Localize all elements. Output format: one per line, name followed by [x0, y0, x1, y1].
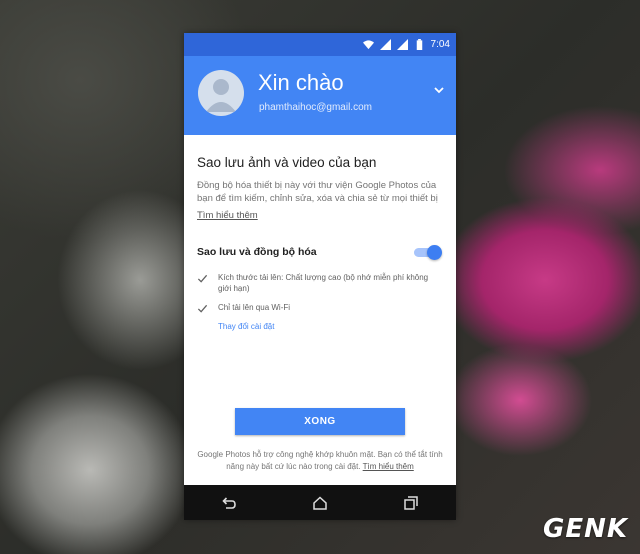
backup-sync-toggle[interactable]	[414, 245, 442, 260]
status-bar: 7:04	[184, 33, 456, 56]
chevron-down-icon[interactable]	[434, 86, 444, 94]
check-icon	[197, 304, 208, 313]
learn-more-link[interactable]: Tìm hiểu thêm	[197, 210, 258, 221]
status-time: 7:04	[430, 39, 450, 50]
done-button[interactable]: XONG	[235, 408, 405, 435]
watermark-logo: GENK	[542, 514, 628, 544]
signal-icon	[379, 39, 391, 50]
home-icon[interactable]	[312, 495, 328, 511]
list-item: Kích thước tải lên: Chất lượng cao (bộ n…	[197, 272, 443, 294]
wifi-only-option: Chỉ tải lên qua Wi-Fi	[218, 303, 291, 312]
footer-learn-more-link[interactable]: Tìm hiểu thêm	[363, 462, 414, 471]
account-email: phamthaihoc@gmail.com	[259, 102, 372, 113]
battery-icon	[416, 39, 422, 50]
backup-sync-label: Sao lưu và đồng bộ hóa	[197, 246, 317, 258]
footer-note: Google Photos hỗ trợ công nghệ khớp khuô…	[196, 449, 444, 473]
wifi-icon	[362, 40, 374, 50]
signal-icon	[396, 39, 408, 50]
backup-settings: Sao lưu ảnh và video của bạn Đồng bộ hóa…	[184, 135, 456, 331]
check-icon	[197, 274, 208, 283]
back-icon[interactable]	[221, 495, 237, 511]
greeting: Xin chào	[258, 70, 344, 95]
page-title: Sao lưu ảnh và video của bạn	[197, 155, 377, 170]
recents-icon[interactable]	[403, 495, 419, 511]
account-header[interactable]: Xin chào phamthaihoc@gmail.com	[184, 56, 456, 135]
avatar-icon	[198, 70, 244, 116]
backup-description: Đồng bộ hóa thiết bị này với thư viện Go…	[197, 180, 438, 204]
phone-screen: 7:04 Xin chào phamthaihoc@gmail.com Sao …	[184, 33, 456, 520]
change-settings-link[interactable]: Thay đổi cài đặt	[218, 322, 443, 331]
upload-size-option: Kích thước tải lên: Chất lượng cao (bộ n…	[218, 273, 429, 293]
navigation-bar	[184, 485, 456, 520]
list-item: Chỉ tải lên qua Wi-Fi	[197, 302, 443, 314]
backup-sync-row: Sao lưu và đồng bộ hóa	[197, 245, 443, 260]
backup-options: Kích thước tải lên: Chất lượng cao (bộ n…	[197, 272, 443, 331]
